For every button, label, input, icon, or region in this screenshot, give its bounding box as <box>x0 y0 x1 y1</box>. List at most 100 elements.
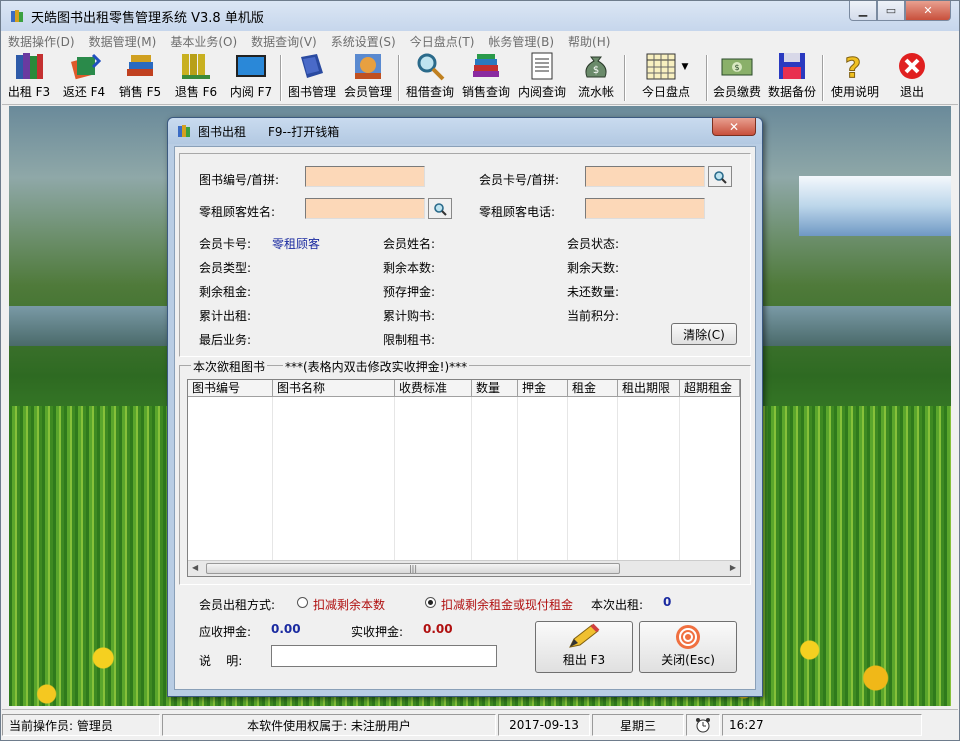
limit-label: 限制租书: <box>383 333 436 347</box>
restore-button[interactable]: ▭ <box>877 1 905 21</box>
rent-mode-option-count[interactable]: 扣减剩余本数 <box>313 596 385 613</box>
menu-basic-business[interactable]: 基本业务(O) <box>170 33 237 50</box>
books-sale-icon <box>127 55 153 76</box>
toolbar-exit-button[interactable]: 退出 <box>884 51 940 103</box>
toolbar-backup-button[interactable]: 数据备份 <box>764 51 820 103</box>
toolbar-rent-query-button[interactable]: 租借查询 <box>402 51 458 103</box>
member-search-button[interactable] <box>708 166 732 187</box>
toolbar-separator <box>280 55 282 101</box>
toolbar: 出租 F3 返还 F4 销售 F5 退售 F6 内阅 F7 图书管理 会员管理 <box>2 51 958 105</box>
member-manage-icon <box>355 54 381 79</box>
svg-text:?: ? <box>845 51 861 81</box>
sales-books-icon <box>473 54 499 77</box>
toolbar-separator <box>398 55 400 101</box>
member-type-label: 会员类型: <box>199 261 252 275</box>
grid-hint: ***(表格内双击修改实收押金!)*** <box>283 358 470 375</box>
guest-search-button[interactable] <box>428 198 452 219</box>
search-magnifier-icon <box>417 53 445 81</box>
rent-books-table[interactable]: 图书编号 图书名称 收费标准 数量 押金 租金 租出期限 超期租金 ◀ ||| … <box>187 379 741 577</box>
pencil-icon <box>569 623 600 648</box>
dialog-close-button[interactable]: ✕ <box>712 118 756 136</box>
toolbar-refund-button[interactable]: 退售 F6 <box>168 51 224 103</box>
col-rent[interactable]: 租金 <box>568 380 618 396</box>
status-operator: 当前操作员: 管理员 <box>2 714 160 736</box>
col-quantity[interactable]: 数量 <box>472 380 518 396</box>
rent-mode-radio-count[interactable] <box>297 597 308 608</box>
toolbar-read-query-button[interactable]: 内阅查询 <box>514 51 570 103</box>
toolbar-book-manage-button[interactable]: 图书管理 <box>284 51 340 103</box>
col-book-name[interactable]: 图书名称 <box>273 380 395 396</box>
menu-system-settings[interactable]: 系统设置(S) <box>331 33 396 50</box>
app-books-icon <box>11 10 23 22</box>
deposit-label: 预存押金: <box>383 285 436 299</box>
rent-submit-button[interactable]: 租出 F3 <box>535 621 633 673</box>
close-window-button[interactable]: ✕ <box>905 1 951 21</box>
books-return-icon <box>71 53 101 80</box>
calendar-grid-icon <box>646 53 676 80</box>
search-icon <box>714 170 727 184</box>
current-rent-value: 0 <box>663 595 672 609</box>
deposit-due-value: 0.00 <box>271 622 301 636</box>
remaining-days-label: 剩余天数: <box>567 261 620 275</box>
toolbar-help-button[interactable]: ? 使用说明 <box>826 51 884 103</box>
col-book-code[interactable]: 图书编号 <box>188 380 273 396</box>
app-title: 天皓图书出租零售管理系统 V3.8 单机版 <box>31 10 264 26</box>
guest-name-input[interactable] <box>305 198 425 219</box>
menu-help[interactable]: 帮助(H) <box>568 33 610 50</box>
card-no-label: 会员卡号: <box>199 237 252 251</box>
menu-data-management[interactable]: 数据管理(M) <box>89 33 157 50</box>
exit-x-icon <box>899 53 925 79</box>
clear-button[interactable]: 清除(C) <box>671 323 737 345</box>
svg-text:$: $ <box>593 65 599 76</box>
toolbar-member-manage-button[interactable]: 会员管理 <box>340 51 396 103</box>
menu-bar: 数据操作(D) 数据管理(M) 基本业务(O) 数据查询(V) 系统设置(S) … <box>2 31 958 51</box>
menu-data-query[interactable]: 数据查询(V) <box>251 33 317 50</box>
toolbar-ledger-button[interactable]: $ 流水帐 <box>570 51 622 103</box>
member-status-label: 会员状态: <box>567 237 620 251</box>
toolbar-read-button[interactable]: 内阅 F7 <box>224 51 278 103</box>
toolbar-rent-button[interactable]: 出租 F3 <box>2 51 56 103</box>
main-window: 天皓图书出租零售管理系统 V3.8 单机版 ▁ ▭ ✕ 数据操作(D) 数据管理… <box>0 0 960 741</box>
dialog-hotkey-hint: F9--打开钱箱 <box>268 124 340 139</box>
menu-accounts[interactable]: 帐务管理(B) <box>488 33 554 50</box>
help-question-icon: ? <box>844 51 861 81</box>
toolbar-sales-query-button[interactable]: 销售查询 <box>458 51 514 103</box>
toolbar-member-fee-button[interactable]: $ 会员缴费 <box>710 51 764 103</box>
status-time: 16:27 <box>722 714 922 736</box>
scrollbar-thumb[interactable]: ||| <box>206 563 620 574</box>
book-code-input[interactable] <box>305 166 425 187</box>
monitor-icon <box>236 55 266 77</box>
toolbar-return-button[interactable]: 返还 F4 <box>56 51 112 103</box>
scroll-right-arrow-icon[interactable]: ▶ <box>730 563 736 572</box>
col-rent-period[interactable]: 租出期限 <box>618 380 680 396</box>
scroll-left-arrow-icon[interactable]: ◀ <box>192 563 198 572</box>
toolbar-separator <box>822 55 824 101</box>
menu-daily-inventory[interactable]: 今日盘点(T) <box>410 33 475 50</box>
book-manage-icon <box>301 54 323 78</box>
toolbar-sale-button[interactable]: 销售 F5 <box>112 51 168 103</box>
total-buy-label: 累计购书: <box>383 309 436 323</box>
minimize-button[interactable]: ▁ <box>849 1 877 21</box>
member-card-label: 会员卡号/首拼: <box>479 173 560 187</box>
status-bar: 当前操作员: 管理员 本软件使用权属于: 未注册用户 2017-09-13 星期… <box>2 709 958 739</box>
horizontal-scrollbar[interactable]: ◀ ||| ▶ <box>188 560 740 576</box>
dropdown-arrow-icon[interactable]: ▼ <box>682 62 689 72</box>
col-deposit[interactable]: 押金 <box>518 380 568 396</box>
rent-mode-radio-money[interactable] <box>425 597 436 608</box>
cash-icon: $ <box>721 58 753 76</box>
toolbar-daily-inventory-button[interactable]: ▼ 今日盘点 <box>628 51 704 103</box>
rent-mode-option-money[interactable]: 扣减剩余租金或现付租金 <box>441 596 573 613</box>
guest-phone-input[interactable] <box>585 198 705 219</box>
dialog-books-icon <box>178 125 190 137</box>
col-fee-standard[interactable]: 收费标准 <box>395 380 472 396</box>
menu-data-operation[interactable]: 数据操作(D) <box>8 33 75 50</box>
member-card-input[interactable] <box>585 166 705 187</box>
alarm-clock-icon <box>686 714 720 736</box>
dialog-close-action-button[interactable]: 关闭(Esc) <box>639 621 737 673</box>
spiral-icon <box>676 625 700 649</box>
col-overdue-rent[interactable]: 超期租金 <box>680 380 740 396</box>
document-icon <box>531 52 553 80</box>
toolbar-separator <box>706 55 708 101</box>
note-input[interactable] <box>271 645 497 667</box>
floppy-disk-icon <box>779 53 805 79</box>
